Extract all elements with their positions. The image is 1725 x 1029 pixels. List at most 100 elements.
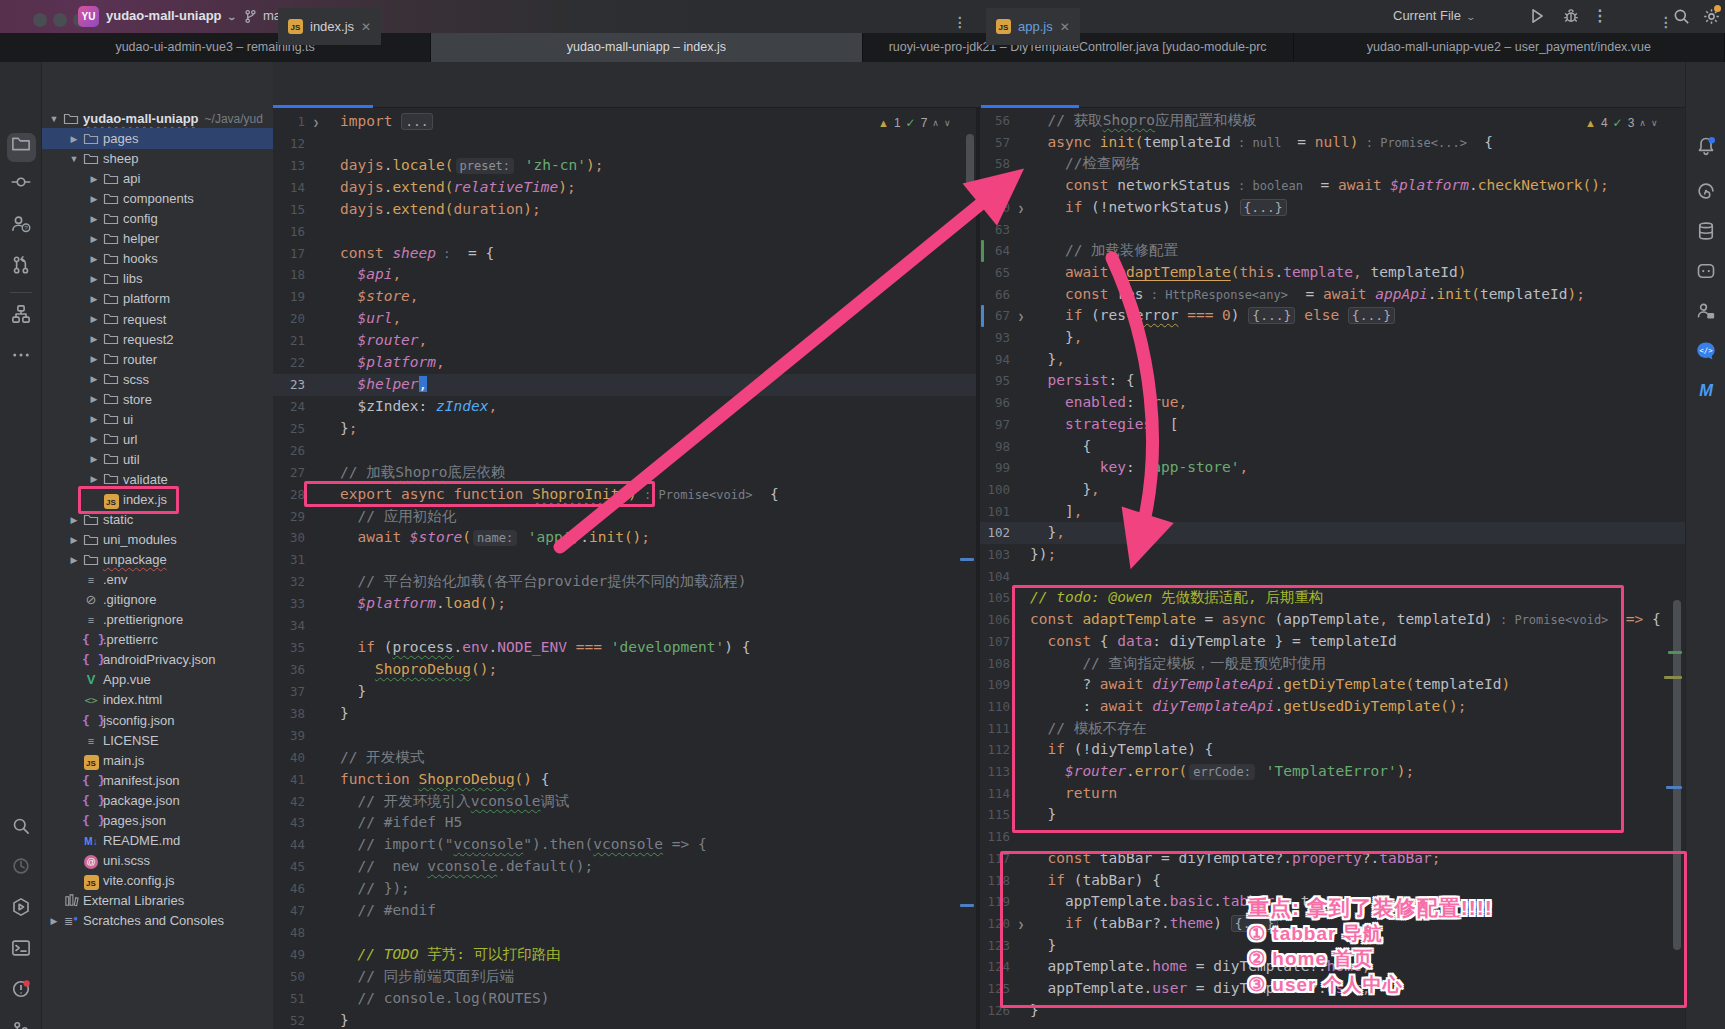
code-line-38[interactable]: 38} [273,703,976,725]
search-icon[interactable] [1672,7,1691,26]
tree-item-hooks[interactable]: ▶hooks [42,248,273,269]
code-line-1[interactable]: 1❯import ... [273,111,976,133]
chevron-right-icon[interactable]: ▶ [66,515,82,525]
run-configuration-selector[interactable]: Current File⌄ [1393,8,1474,23]
tree-item-libs[interactable]: ▶libs [42,268,273,289]
code-line-35[interactable]: 35 if (process.env.NODE_ENV === 'develop… [273,637,976,659]
next-problem-icon[interactable]: ∨ [944,118,951,128]
window-tab-1[interactable]: yudao-mall-uniapp – index.js [431,33,862,62]
code-line-99[interactable]: 99 key: 'app-store', [980,457,1685,479]
code-line-24[interactable]: 24 $zIndex: zIndex, [273,396,976,418]
tree-item-External Libraries[interactable]: External Libraries [42,890,273,911]
code-line-31[interactable]: 31 [273,549,976,571]
code-line-46[interactable]: 46 // }); [273,878,976,900]
code-line-25[interactable]: 25}; [273,418,976,440]
code-line-103[interactable]: 103}); [980,544,1685,566]
tree-item-ui[interactable]: ▶ui [42,409,273,430]
chevron-right-icon[interactable]: ▶ [86,194,102,204]
code-line-102[interactable]: 102 }, [980,522,1685,544]
code-line-37[interactable]: 37 } [273,681,976,703]
tree-item-helper[interactable]: ▶helper [42,228,273,249]
code-line-18[interactable]: 18 $api, [273,264,976,286]
editor-options-kebab-icon[interactable]: ⋮ [953,14,967,30]
inspections-widget[interactable]: ▲4 ✓3 ∧ ∨ [1585,114,1658,132]
tree-item-package.json[interactable]: { }package.json [42,790,273,811]
tree-item-uni_modules[interactable]: ▶uni_modules [42,529,273,550]
code-line-96[interactable]: 96 enabled: true, [980,392,1685,414]
code-line-19[interactable]: 19 $store, [273,286,976,308]
chevron-right-icon[interactable]: ▶ [86,314,102,324]
code-line-15[interactable]: 15dayjs.extend(duration); [273,199,976,221]
chevron-right-icon[interactable]: ▶ [86,374,102,384]
code-line-33[interactable]: 33 $platform.load(); [273,593,976,615]
tree-item-platform[interactable]: ▶platform [42,288,273,309]
code-line-57[interactable]: 57 async init(templateId : null = null) … [980,132,1685,154]
tree-item-sheep[interactable]: ▼sheep [42,148,273,169]
usersupport-icon[interactable]: ? [0,214,42,238]
close-tab-icon[interactable]: ✕ [361,20,371,34]
fold-chevron-icon[interactable]: ❯ [1018,306,1024,328]
terminal-icon[interactable] [0,938,42,962]
chevron-right-icon[interactable]: ▶ [86,454,102,464]
editor-left-pane[interactable]: 1❯import ...1213dayjs.locale(preset: 'zh… [273,108,978,1029]
code-line-60[interactable]: 60❯ if (!networkStatus) {...} [980,197,1685,219]
code-line-42[interactable]: 42 // 开发环境引入vconsole调试 [273,791,976,813]
more-actions-icon[interactable]: ⋮ [1592,6,1608,25]
tree-item-scss[interactable]: ▶scss [42,369,273,390]
code-line-98[interactable]: 98 { [980,436,1685,458]
tree-item-.gitignore[interactable]: ⊘.gitignore [42,589,273,610]
tree-item-router[interactable]: ▶router [42,349,273,370]
project-selector[interactable]: yudao-mall-uniapp⌄ [106,8,235,23]
chatcode-icon[interactable]: </> [1686,340,1725,366]
code-line-52[interactable]: 52} [273,1010,976,1029]
code-line-45[interactable]: 45 // new vconsole.default(); [273,856,976,878]
code-line-44[interactable]: 44 // import("vconsole").then(vconsole =… [273,834,976,856]
code-line-94[interactable]: 94 }, [980,349,1685,371]
code-line-58[interactable]: 58 //检查网络 [980,153,1685,175]
runanything-icon[interactable] [0,897,42,921]
database-icon[interactable] [1686,221,1725,245]
code-line-29[interactable]: 29 // 应用初始化 [273,506,976,528]
tree-item-api[interactable]: ▶api [42,168,273,189]
editor-options-kebab-icon[interactable]: ⋮ [1659,14,1673,30]
code-line-16[interactable]: 16 [273,221,976,243]
minimize-window-button[interactable] [53,13,67,27]
code-line-100[interactable]: 100 }, [980,479,1685,501]
emlogo-icon[interactable]: M [1686,379,1725,405]
tree-item-README.md[interactable]: M↓README.md [42,830,273,851]
fold-chevron-icon[interactable]: ❯ [1018,198,1024,220]
git-icon[interactable] [0,1020,42,1029]
code-line-43[interactable]: 43 // #ifdef H5 [273,812,976,834]
tree-item-unpackage[interactable]: ▶unpackage [42,549,273,570]
tree-item-jsconfig.json[interactable]: { }jsconfig.json [42,710,273,731]
assistant-icon[interactable] [1686,261,1725,285]
tree-item-components[interactable]: ▶components [42,188,273,209]
more-icon[interactable] [0,345,42,369]
code-line-97[interactable]: 97 strategies: [ [980,414,1685,436]
code-line-48[interactable]: 48 [273,922,976,944]
chevron-right-icon[interactable]: ▶ [66,535,82,545]
search-icon[interactable] [0,816,42,840]
chevron-right-icon[interactable]: ▶ [46,916,62,926]
chevron-right-icon[interactable]: ▶ [86,234,102,244]
chevron-right-icon[interactable]: ▶ [66,134,82,144]
codewithme-icon[interactable] [1686,301,1725,325]
tree-item-pages.json[interactable]: { }pages.json [42,810,273,831]
code-line-22[interactable]: 22 $platform, [273,352,976,374]
tree-item-.prettierignore[interactable]: ≡.prettierignore [42,609,273,630]
code-line-49[interactable]: 49 // TODO 芋艿: 可以打印路由 [273,944,976,966]
code-line-51[interactable]: 51 // console.log(ROUTES) [273,988,976,1010]
tree-item-request2[interactable]: ▶request2 [42,329,273,350]
chevron-right-icon[interactable]: ▶ [86,174,102,184]
chevron-right-icon[interactable]: ▶ [66,555,82,565]
close-window-button[interactable] [33,13,47,27]
tree-item-vite.config.js[interactable]: JSvite.config.js [42,870,273,891]
clock-icon[interactable] [0,856,42,880]
chevron-right-icon[interactable]: ▶ [86,214,102,224]
tree-item-uni.scss[interactable]: @uni.scss [42,850,273,871]
code-line-34[interactable]: 34 [273,615,976,637]
code-line-12[interactable]: 12 [273,133,976,155]
ai-icon[interactable] [1686,181,1725,205]
editor-tab-index-js[interactable]: JS index.js ✕ [278,8,381,45]
chevron-right-icon[interactable]: ▶ [86,274,102,284]
